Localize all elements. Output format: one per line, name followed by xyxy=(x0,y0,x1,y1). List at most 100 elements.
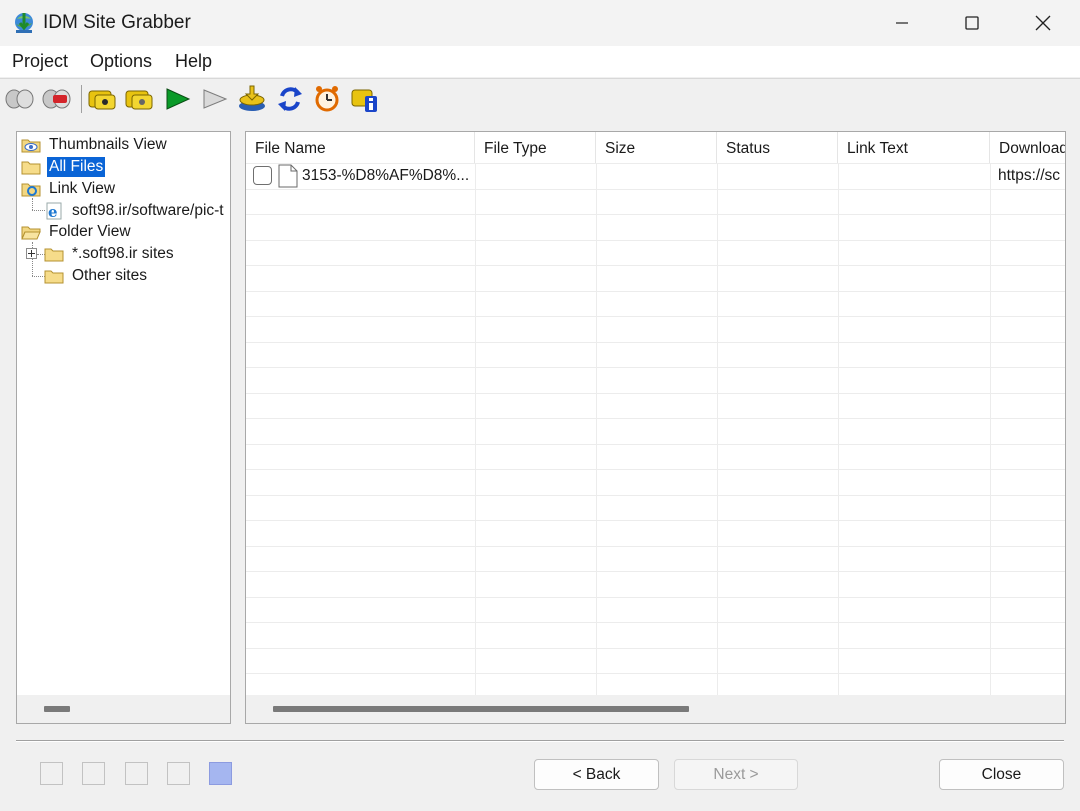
scrollbar-thumb[interactable] xyxy=(44,706,70,712)
svg-text:e: e xyxy=(48,203,58,220)
grid-line xyxy=(246,316,1065,317)
toolbar xyxy=(0,78,1080,118)
connect-button[interactable] xyxy=(3,83,35,115)
tree-item-thumbnails-view[interactable]: Thumbnails View xyxy=(21,134,169,156)
scrollbar-thumb[interactable] xyxy=(273,706,689,712)
tree-label: All Files xyxy=(47,157,106,177)
grid-line xyxy=(246,240,1065,241)
download-button[interactable] xyxy=(236,83,268,115)
table-row[interactable]: 3153-%D8%AF%D8%... https://sc xyxy=(246,163,1065,188)
tree-item-soft98-sites[interactable]: *.soft98.ir sites xyxy=(44,243,176,265)
project-icon xyxy=(88,90,116,110)
grid-line xyxy=(246,189,1065,190)
refresh-icon xyxy=(278,87,302,111)
idm-app-icon xyxy=(12,11,36,35)
grid-line xyxy=(838,163,839,696)
grid-line xyxy=(246,418,1065,419)
menu-help[interactable]: Help xyxy=(175,51,212,72)
disconnect-icon xyxy=(42,89,71,109)
tree-label: Thumbnails View xyxy=(49,136,167,153)
tree-item-link-view[interactable]: Link View xyxy=(21,178,117,200)
grid-line xyxy=(246,444,1065,445)
tree-label: Folder View xyxy=(49,223,131,240)
tree-label: Other sites xyxy=(72,267,147,284)
column-header-download[interactable]: Download xyxy=(990,132,1065,163)
tree-label: soft98.ir/software/pic-t xyxy=(72,202,224,219)
grid-line xyxy=(246,622,1065,623)
row-checkbox[interactable] xyxy=(253,166,272,185)
grid-line xyxy=(246,291,1065,292)
menu-bar: Project Options Help xyxy=(0,46,1080,77)
tree-label: *.soft98.ir sites xyxy=(72,245,174,262)
project-settings-icon xyxy=(125,90,153,110)
folder-icon xyxy=(44,245,64,263)
tree-item-link-url[interactable]: e soft98.ir/software/pic-t xyxy=(44,200,226,222)
grid-line xyxy=(246,673,1065,674)
tree-item-other-sites[interactable]: Other sites xyxy=(44,265,149,287)
minimize-button[interactable] xyxy=(867,0,937,46)
info-icon xyxy=(351,89,377,112)
start-button[interactable] xyxy=(161,83,193,115)
list-header: File Name File Type Size Status Link Tex… xyxy=(246,132,1065,163)
tree-horizontal-scrollbar[interactable] xyxy=(17,695,230,723)
window-title: IDM Site Grabber xyxy=(43,12,191,33)
tree-label: Link View xyxy=(49,180,116,197)
grid-line xyxy=(475,163,476,696)
scheduler-icon xyxy=(315,86,339,112)
scheduler-button[interactable] xyxy=(311,83,343,115)
disconnect-button[interactable] xyxy=(40,83,72,115)
wizard-step-5 xyxy=(209,762,232,785)
project-settings-button[interactable] xyxy=(123,83,155,115)
open-folder-icon xyxy=(21,223,41,241)
toolbar-separator xyxy=(81,85,82,113)
grid-line xyxy=(246,469,1065,470)
info-button[interactable] xyxy=(349,83,381,115)
folder-icon xyxy=(44,267,64,285)
plus-icon xyxy=(28,250,35,257)
grid-line xyxy=(596,163,597,696)
row-file-name: 3153-%D8%AF%D8%... xyxy=(302,167,470,184)
tree-item-all-files[interactable]: All Files xyxy=(21,156,106,178)
column-header-status[interactable]: Status xyxy=(717,132,838,163)
close-icon xyxy=(1035,15,1051,31)
grid-line xyxy=(246,597,1065,598)
grid-line xyxy=(246,571,1065,572)
tree-expander[interactable] xyxy=(26,248,37,259)
folder-icon xyxy=(21,158,41,176)
grid-line xyxy=(990,163,991,696)
tree-item-folder-view[interactable]: Folder View xyxy=(21,221,133,243)
refresh-button[interactable] xyxy=(274,83,306,115)
grid-line xyxy=(246,214,1065,215)
project-button[interactable] xyxy=(86,83,118,115)
wizard-step-2 xyxy=(82,762,105,785)
back-button[interactable]: < Back xyxy=(534,759,659,790)
grid-line xyxy=(246,342,1065,343)
stop-button[interactable] xyxy=(198,83,230,115)
grid-line xyxy=(246,495,1065,496)
download-icon xyxy=(239,85,265,111)
tree-panel[interactable]: Thumbnails View All Files Link View e so… xyxy=(16,131,231,724)
list-horizontal-scrollbar[interactable] xyxy=(246,695,1065,723)
grid-line xyxy=(246,648,1065,649)
file-icon xyxy=(278,164,298,193)
grid-line xyxy=(246,367,1065,368)
close-window-button[interactable] xyxy=(1008,0,1078,46)
grid-line xyxy=(717,163,718,696)
column-header-size[interactable]: Size xyxy=(596,132,717,163)
grid-line xyxy=(246,520,1065,521)
column-header-file-name[interactable]: File Name xyxy=(246,132,475,163)
wizard-step-3 xyxy=(125,762,148,785)
column-header-link-text[interactable]: Link Text xyxy=(838,132,990,163)
wizard-step-1 xyxy=(40,762,63,785)
eye-folder-icon xyxy=(21,136,41,154)
close-button[interactable]: Close xyxy=(939,759,1064,790)
wizard-step-4 xyxy=(167,762,190,785)
menu-options[interactable]: Options xyxy=(90,51,152,72)
column-header-file-type[interactable]: File Type xyxy=(475,132,596,163)
file-list-panel[interactable]: File Name File Type Size Status Link Tex… xyxy=(245,131,1066,724)
maximize-button[interactable] xyxy=(937,0,1007,46)
menu-project[interactable]: Project xyxy=(12,51,68,72)
next-button[interactable]: Next > xyxy=(674,759,798,790)
divider xyxy=(16,740,1064,742)
ie-page-icon: e xyxy=(44,202,64,220)
